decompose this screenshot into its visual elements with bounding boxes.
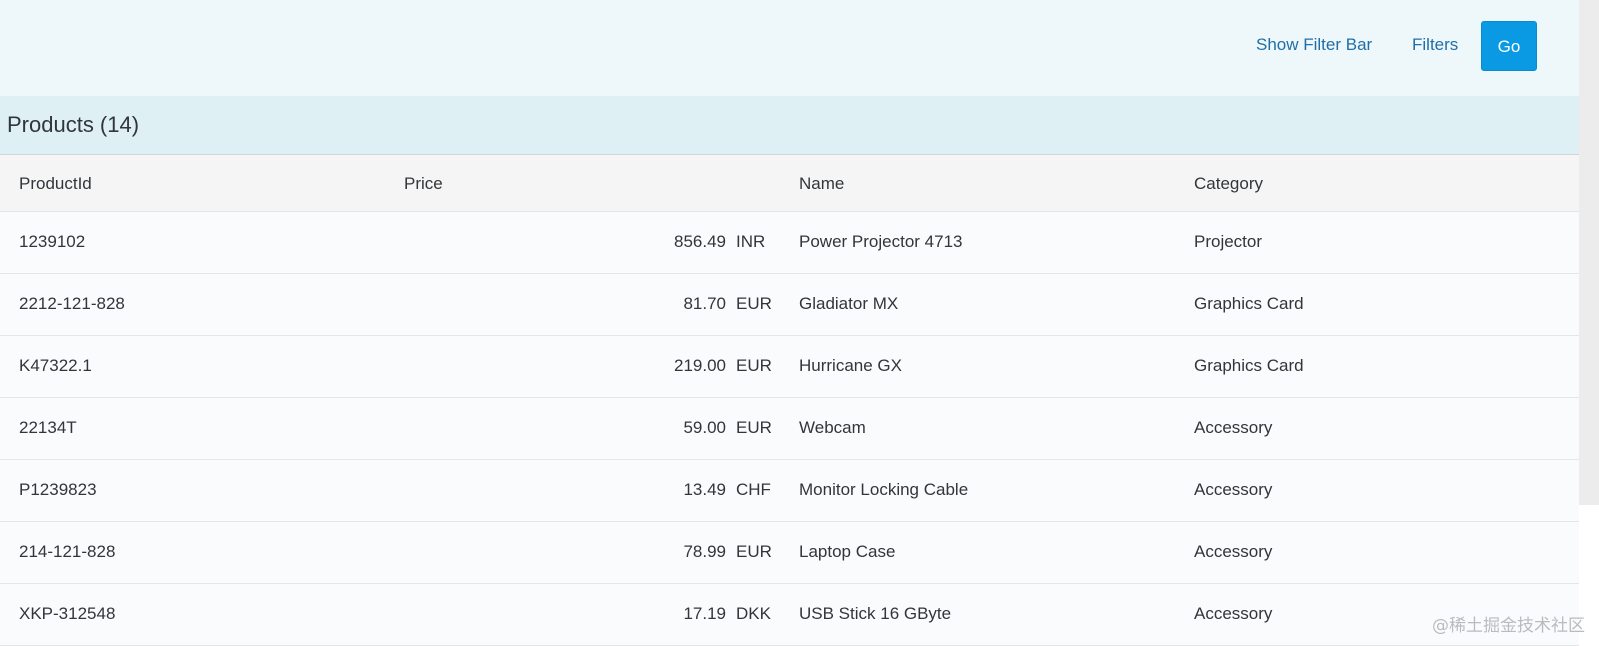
cell-price-currency: CHF <box>736 480 771 499</box>
cell-productid: XKP-312548 <box>19 604 116 623</box>
table-toolbar: Products (14) <box>0 96 1579 155</box>
table-row[interactable]: P1239823 13.49 CHF Monitor Locking Cable… <box>0 460 1579 522</box>
cell-price-amount: 59.00 <box>683 418 726 437</box>
cell-category: Accessory <box>1194 418 1273 437</box>
table-row[interactable]: XKP-312548 17.19 DKK USB Stick 16 GByte … <box>0 584 1579 646</box>
cell-category: Graphics Card <box>1194 294 1304 313</box>
cell-productid: 214-121-828 <box>19 542 116 561</box>
cell-name: Laptop Case <box>799 542 896 561</box>
cell-name: Hurricane GX <box>799 356 902 375</box>
cell-price-amount: 856.49 <box>674 232 726 251</box>
cell-name: Power Projector 4713 <box>799 232 963 251</box>
column-header-price[interactable]: Price <box>404 174 443 194</box>
cell-price-currency: INR <box>736 232 766 251</box>
filters-button[interactable]: Filters <box>1412 34 1458 56</box>
cell-price-amount: 219.00 <box>674 356 726 375</box>
column-header-category[interactable]: Category <box>1194 174 1263 194</box>
cell-category: Projector <box>1194 232 1263 251</box>
filter-bar-header: Show Filter Bar Filters Go <box>0 0 1579 96</box>
cell-name: Webcam <box>799 418 866 437</box>
table-row[interactable]: 22134T 59.00 EUR Webcam Accessory <box>0 398 1579 460</box>
go-button[interactable]: Go <box>1481 21 1537 71</box>
column-header-name[interactable]: Name <box>799 174 844 194</box>
table-row[interactable]: 1239102 856.49 INR Power Projector 4713 … <box>0 212 1579 274</box>
cell-productid: 2212-121-828 <box>19 294 125 313</box>
cell-price-amount: 13.49 <box>683 480 726 499</box>
cell-price-amount: 17.19 <box>683 604 726 623</box>
table-body: 1239102 856.49 INR Power Projector 4713 … <box>0 212 1579 646</box>
cell-productid: 1239102 <box>19 232 86 251</box>
cell-price-amount: 78.99 <box>683 542 726 561</box>
vertical-scrollbar-thumb[interactable] <box>1579 0 1599 505</box>
cell-price-currency: EUR <box>736 356 772 375</box>
cell-productid: K47322.1 <box>19 356 92 375</box>
cell-productid: 22134T <box>19 418 77 437</box>
cell-name: Gladiator MX <box>799 294 899 313</box>
table-title: Products (14) <box>7 112 140 137</box>
cell-price-currency: EUR <box>736 542 772 561</box>
cell-price-currency: EUR <box>736 294 772 313</box>
cell-category: Accessory <box>1194 480 1273 499</box>
cell-category: Graphics Card <box>1194 356 1304 375</box>
cell-price-amount: 81.70 <box>683 294 726 313</box>
cell-category: Accessory <box>1194 604 1273 623</box>
table-row[interactable]: K47322.1 219.00 EUR Hurricane GX Graphic… <box>0 336 1579 398</box>
cell-price-currency: DKK <box>736 604 771 623</box>
page: Show Filter Bar Filters Go Products (14)… <box>0 0 1599 646</box>
watermark: @稀土掘金技术社区 <box>1432 616 1585 636</box>
cell-name: USB Stick 16 GByte <box>799 604 952 623</box>
cell-category: Accessory <box>1194 542 1273 561</box>
cell-name: Monitor Locking Cable <box>799 480 969 499</box>
show-filter-bar-button[interactable]: Show Filter Bar <box>1256 34 1372 56</box>
column-header-productid[interactable]: ProductId <box>19 174 92 194</box>
table-column-header: ProductId Price Name Category <box>0 155 1579 212</box>
table-row[interactable]: 2212-121-828 81.70 EUR Gladiator MX Grap… <box>0 274 1579 336</box>
cell-productid: P1239823 <box>19 480 97 499</box>
table-row[interactable]: 214-121-828 78.99 EUR Laptop Case Access… <box>0 522 1579 584</box>
products-report: Show Filter Bar Filters Go Products (14)… <box>0 0 1579 646</box>
cell-price-currency: EUR <box>736 418 772 437</box>
